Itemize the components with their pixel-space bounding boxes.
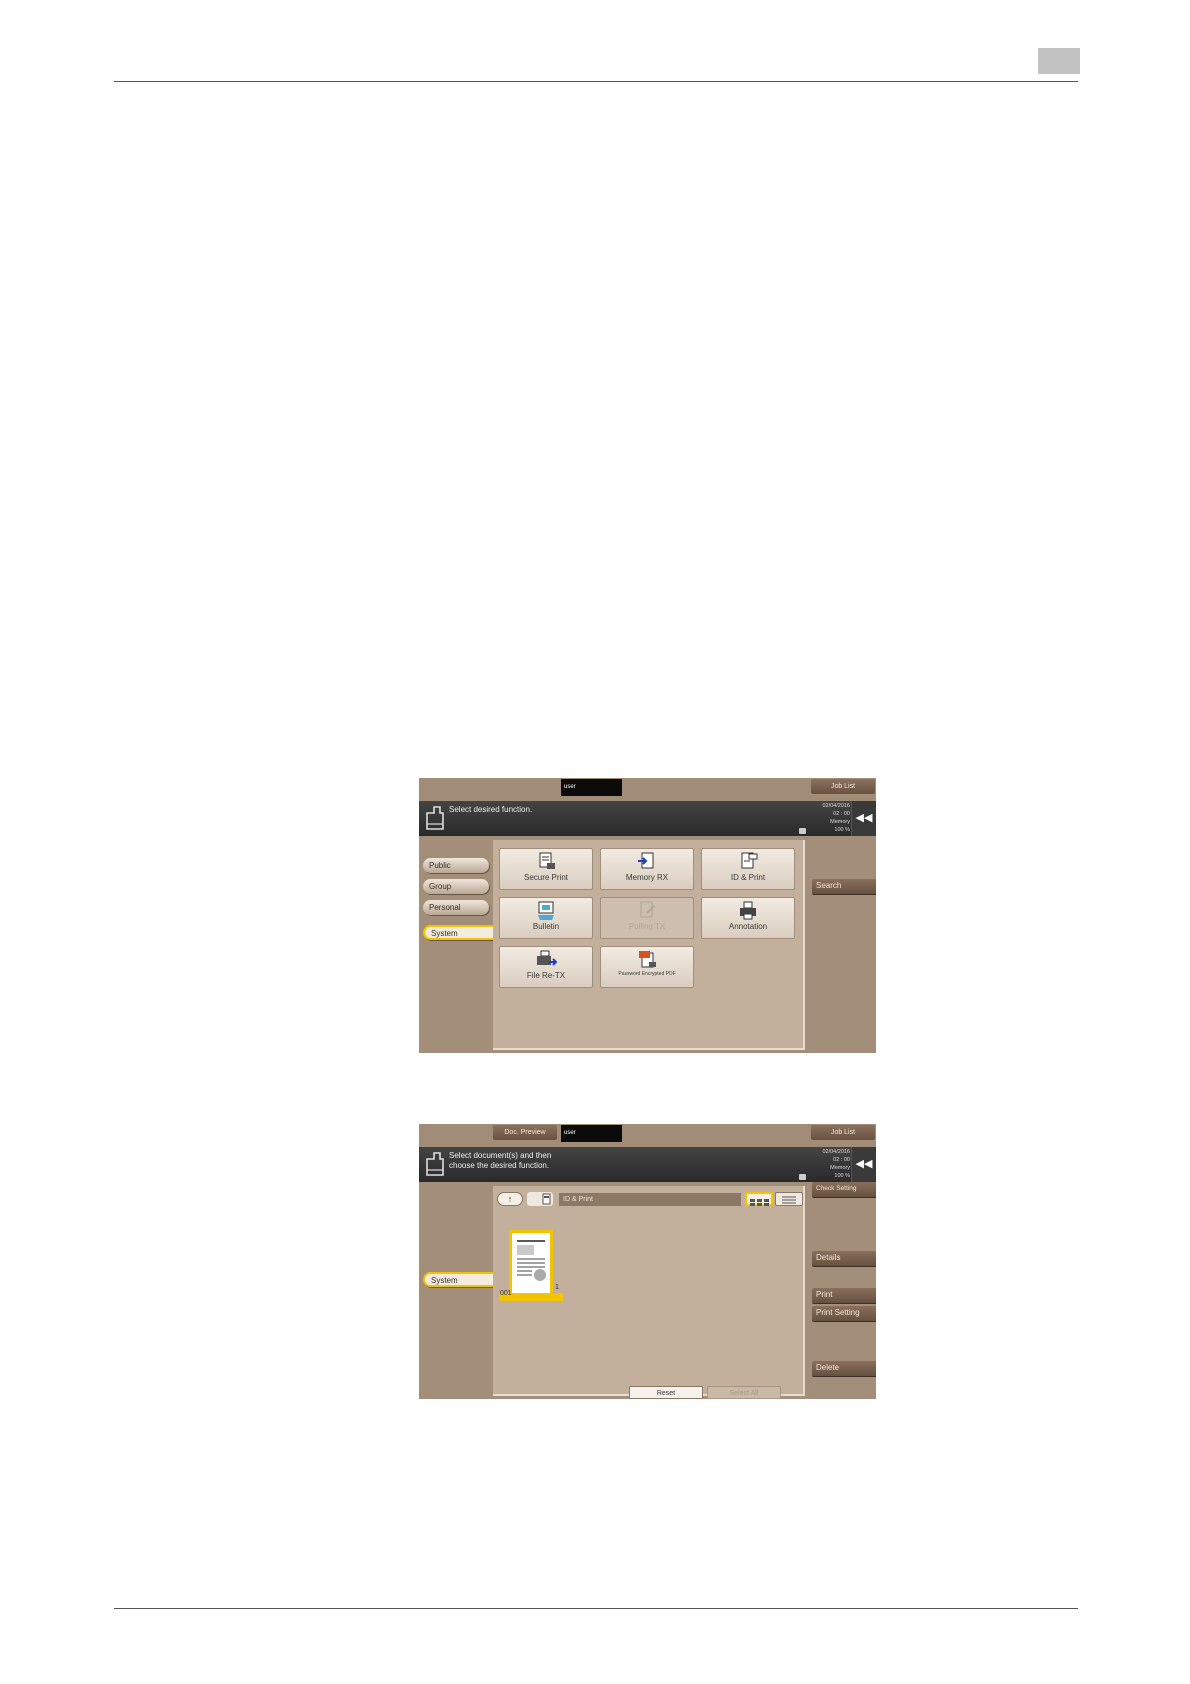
annotation-icon [740,901,756,920]
pdf-icon [639,951,656,968]
header-rule [114,81,1078,82]
time-text: 02 : 00 [833,1157,850,1163]
lock-icon [799,1174,806,1180]
message-bar: Select document(s) and then choose the d… [419,1147,876,1182]
secure-print-icon [539,852,555,869]
grid-icon [750,1199,769,1206]
status-info: 02/04/2016 02 : 00 Memory 100 % [822,802,850,834]
folder-path: ID & Print [559,1193,741,1206]
document-preview-icon [517,1240,546,1281]
file-retx-icon [537,950,557,966]
check-setting-button[interactable]: Check Setting [812,1182,876,1197]
document-number: 001 [500,1290,512,1297]
memory-value: 100 % [834,1173,850,1179]
folder-icon [527,1192,553,1206]
folder-toolbar: ↑ ID & Print [497,1192,803,1207]
footer-rule [114,1608,1078,1609]
document-thumbnail[interactable] [509,1230,553,1296]
function-label: Secure Print [523,873,569,882]
memory-label: Memory [830,819,850,825]
file-retx-button[interactable]: File Re-TX [499,946,593,988]
time-text: 02 : 00 [833,811,850,817]
left-sidebar: System [419,1182,497,1399]
back-button[interactable]: ◀◀ [851,801,876,836]
function-label: Password Encrypted PDF [618,971,676,977]
function-select-screen: user Job List Select desired function. 0… [419,778,876,1053]
message-bar: Select desired function. 02/04/2016 02 :… [419,801,876,836]
right-sidebar [803,836,876,1053]
function-label: Polling TX [628,922,666,931]
secure-print-button[interactable]: Secure Print [499,848,593,890]
tab-system[interactable]: System [423,1272,497,1287]
tab-system[interactable]: System [423,925,497,940]
memory-value: 100 % [834,827,850,833]
list-icon [782,1196,796,1204]
message-line-2: choose the desired function. [449,1161,550,1170]
details-button[interactable]: Details [812,1251,876,1266]
left-sidebar: Public Group Personal System [419,836,497,1053]
tab-personal[interactable]: Personal [423,900,489,915]
thumbnail-view-button[interactable] [745,1192,773,1206]
date-text: 02/04/2016 [822,803,850,809]
date-text: 02/04/2016 [822,1149,850,1155]
memory-rx-button[interactable]: Memory RX [600,848,694,890]
function-label: File Re-TX [526,971,566,980]
id-print-icon [741,852,758,869]
tab-public[interactable]: Public [423,858,489,873]
box-document-icon [426,806,444,830]
lock-icon [799,828,806,834]
page-number-tab [1038,48,1080,74]
job-list-button[interactable]: Job List [811,1125,875,1140]
instruction-message: Select document(s) and then choose the d… [449,1151,699,1171]
user-name-box: user [561,1125,622,1142]
select-all-button: Select All [707,1386,781,1399]
document-select-screen: Doc. Preview user Job List Select docume… [419,1124,876,1399]
function-label: Bulletin [532,922,560,931]
print-button[interactable]: Print [812,1288,876,1303]
message-line-1: Select document(s) and then [449,1151,552,1160]
memory-rx-icon [638,852,654,869]
top-bar: Doc. Preview user Job List [419,1124,876,1147]
memory-label: Memory [830,1165,850,1171]
list-view-button[interactable] [775,1192,803,1206]
print-setting-button[interactable]: Print Setting [812,1306,876,1321]
instruction-message: Select desired function. [449,805,533,814]
polling-tx-icon [640,901,655,918]
function-label: Annotation [728,922,768,931]
id-print-button[interactable]: ID & Print [701,848,795,890]
function-label: Memory RX [625,873,669,882]
back-button[interactable]: ◀◀ [851,1147,876,1182]
annotation-button[interactable]: Annotation [701,897,795,939]
delete-button[interactable]: Delete [812,1361,876,1376]
doc-preview-button[interactable]: Doc. Preview [493,1125,557,1140]
box-document-icon [426,1152,444,1176]
password-encrypted-pdf-button[interactable]: Password Encrypted PDF [600,946,694,988]
function-area: Secure Print Memory RX ID & Print Bullet… [493,840,805,1050]
job-list-button[interactable]: Job List [811,779,875,794]
document-page-count: 1 [555,1284,559,1291]
polling-tx-button: Polling TX [600,897,694,939]
bulletin-button[interactable]: Bulletin [499,897,593,939]
function-label: ID & Print [730,873,766,882]
user-name-box: user [561,779,622,796]
bulletin-icon [538,901,554,920]
document-area: ↑ ID & Print 001 1 Reset Select All [493,1186,805,1399]
reset-button[interactable]: Reset [629,1386,703,1399]
status-info: 02/04/2016 02 : 00 Memory 100 % [822,1148,850,1180]
tab-group[interactable]: Group [423,879,489,894]
up-folder-button[interactable]: ↑ [497,1192,523,1206]
search-button[interactable]: Search [812,879,876,894]
top-bar: user Job List [419,778,876,801]
